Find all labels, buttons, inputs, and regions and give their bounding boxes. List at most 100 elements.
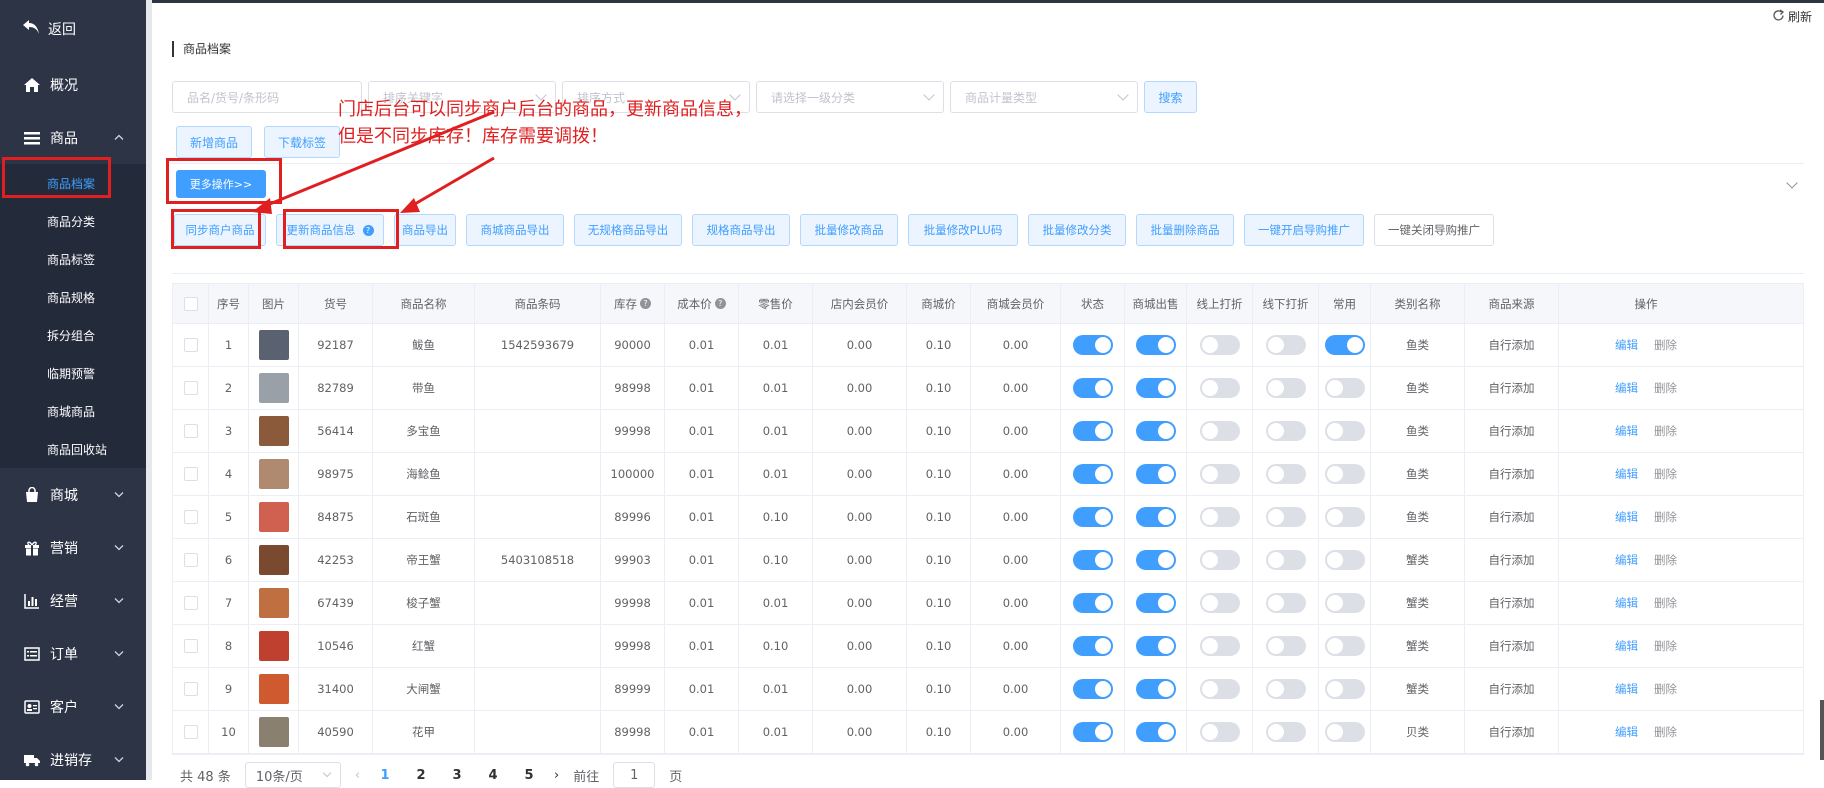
page-number[interactable]: 2 xyxy=(410,768,432,783)
page-number[interactable]: 1 xyxy=(374,768,396,783)
mall-sale-toggle[interactable] xyxy=(1135,722,1176,742)
common-toggle[interactable] xyxy=(1324,464,1365,484)
page-scrollbar[interactable] xyxy=(1820,700,1824,760)
enable-promo-button[interactable]: 一键开启导购推广 xyxy=(1244,214,1364,246)
row-checkbox[interactable] xyxy=(183,553,198,567)
sidebar-item-inventory[interactable]: 进销存 xyxy=(0,733,146,786)
table-row[interactable]: 9 31400 大闸蟹 89999 0.01 0.01 0.00 0.10 0.00 蟹类 自行添加… xyxy=(173,668,1803,711)
table-row[interactable]: 2 82789 带鱼 98998 0.01 0.01 0.00 0.10 0.00 鱼类 自行添加编… xyxy=(173,367,1803,410)
export-spec-goods-button[interactable]: 规格商品导出 xyxy=(692,214,790,246)
delete-button[interactable]: 删除 xyxy=(1654,466,1677,482)
delete-button[interactable]: 删除 xyxy=(1654,681,1677,697)
online-discount-toggle[interactable] xyxy=(1199,636,1240,656)
common-toggle[interactable] xyxy=(1324,378,1365,398)
online-discount-toggle[interactable] xyxy=(1199,507,1240,527)
online-discount-toggle[interactable] xyxy=(1199,421,1240,441)
mall-sale-toggle[interactable] xyxy=(1135,550,1176,570)
online-discount-toggle[interactable] xyxy=(1199,593,1240,613)
sidebar-sub-goods-category[interactable]: 商品分类 xyxy=(0,202,146,240)
status-toggle[interactable] xyxy=(1072,636,1113,656)
delete-button[interactable]: 删除 xyxy=(1654,380,1677,396)
offline-discount-toggle[interactable] xyxy=(1265,464,1306,484)
sidebar-item-mall[interactable]: 商城 xyxy=(0,468,146,521)
delete-button[interactable]: 删除 xyxy=(1654,337,1677,353)
row-checkbox[interactable] xyxy=(183,596,198,610)
search-input[interactable]: 品名/货号/条形码 xyxy=(172,81,362,113)
next-page-icon[interactable]: › xyxy=(554,768,559,783)
export-mall-goods-button[interactable]: 商城商品导出 xyxy=(466,214,564,246)
offline-discount-toggle[interactable] xyxy=(1265,421,1306,441)
disable-promo-button[interactable]: 一键关闭导购推广 xyxy=(1374,214,1494,246)
online-discount-toggle[interactable] xyxy=(1199,550,1240,570)
batch-delete-goods-button[interactable]: 批量删除商品 xyxy=(1136,214,1234,246)
goto-page-input[interactable]: 1 xyxy=(613,762,656,788)
search-button[interactable]: 搜索 xyxy=(1144,81,1197,113)
batch-edit-category-button[interactable]: 批量修改分类 xyxy=(1028,214,1126,246)
mall-sale-toggle[interactable] xyxy=(1135,421,1176,441)
edit-button[interactable]: 编辑 xyxy=(1615,380,1638,396)
sidebar-item-orders[interactable]: 订单 xyxy=(0,627,146,680)
row-checkbox[interactable] xyxy=(183,639,198,653)
page-number[interactable]: 5 xyxy=(518,768,540,783)
delete-button[interactable]: 删除 xyxy=(1654,423,1677,439)
common-toggle[interactable] xyxy=(1324,722,1365,742)
row-checkbox[interactable] xyxy=(183,725,198,739)
sidebar-item-customers[interactable]: 客户 xyxy=(0,680,146,733)
unit-type-select[interactable]: 商品计量类型 xyxy=(950,81,1138,113)
status-toggle[interactable] xyxy=(1072,722,1113,742)
edit-button[interactable]: 编辑 xyxy=(1615,466,1638,482)
mall-sale-toggle[interactable] xyxy=(1135,507,1176,527)
mall-sale-toggle[interactable] xyxy=(1135,464,1176,484)
back-button[interactable]: 返回 xyxy=(0,0,146,58)
export-no-spec-goods-button[interactable]: 无规格商品导出 xyxy=(574,214,682,246)
table-row[interactable]: 3 56414 多宝鱼 99998 0.01 0.01 0.00 0.10 0.00 鱼类 自行添加… xyxy=(173,410,1803,453)
table-row[interactable]: 6 42253 帝王蟹 5403108518 99903 0.01 0.10 0.00 0.10… xyxy=(173,539,1803,582)
table-row[interactable]: 8 10546 红蟹 99998 0.01 0.10 0.00 0.10 0.00 蟹类 自行添加编… xyxy=(173,625,1803,668)
page-number[interactable]: 4 xyxy=(482,768,504,783)
row-checkbox[interactable] xyxy=(183,510,198,524)
prev-page-icon[interactable]: ‹ xyxy=(355,768,360,783)
sidebar-sub-mall-goods[interactable]: 商城商品 xyxy=(0,392,146,430)
category-select[interactable]: 请选择一级分类 xyxy=(756,81,944,113)
edit-button[interactable]: 编辑 xyxy=(1615,509,1638,525)
page-size-select[interactable]: 10条/页 xyxy=(244,762,341,788)
sidebar-sub-expiry-warning[interactable]: 临期预警 xyxy=(0,354,146,392)
common-toggle[interactable] xyxy=(1324,593,1365,613)
common-toggle[interactable] xyxy=(1324,679,1365,699)
status-toggle[interactable] xyxy=(1072,679,1113,699)
row-checkbox[interactable] xyxy=(183,338,198,352)
sidebar-sub-goods-spec[interactable]: 商品规格 xyxy=(0,278,146,316)
common-toggle[interactable] xyxy=(1324,550,1365,570)
offline-discount-toggle[interactable] xyxy=(1265,507,1306,527)
online-discount-toggle[interactable] xyxy=(1199,378,1240,398)
sidebar-sub-split-combo[interactable]: 拆分组合 xyxy=(0,316,146,354)
offline-discount-toggle[interactable] xyxy=(1265,636,1306,656)
delete-button[interactable]: 删除 xyxy=(1654,509,1677,525)
batch-edit-plu-button[interactable]: 批量修改PLU码 xyxy=(908,214,1018,246)
status-toggle[interactable] xyxy=(1072,421,1113,441)
status-toggle[interactable] xyxy=(1072,507,1113,527)
table-row[interactable]: 5 84875 石斑鱼 89996 0.01 0.10 0.00 0.10 0.00 鱼类 自行添加… xyxy=(173,496,1803,539)
mall-sale-toggle[interactable] xyxy=(1135,378,1176,398)
online-discount-toggle[interactable] xyxy=(1199,464,1240,484)
mall-sale-toggle[interactable] xyxy=(1135,636,1176,656)
edit-button[interactable]: 编辑 xyxy=(1615,423,1638,439)
row-checkbox[interactable] xyxy=(183,424,198,438)
mall-sale-toggle[interactable] xyxy=(1135,593,1176,613)
page-number[interactable]: 3 xyxy=(446,768,468,783)
delete-button[interactable]: 删除 xyxy=(1654,638,1677,654)
row-checkbox[interactable] xyxy=(183,467,198,481)
status-toggle[interactable] xyxy=(1072,593,1113,613)
sidebar-sub-goods-recycle[interactable]: 商品回收站 xyxy=(0,430,146,468)
export-goods-button[interactable]: 商品导出 xyxy=(394,214,456,246)
sidebar-item-operations[interactable]: 经营 xyxy=(0,574,146,627)
online-discount-toggle[interactable] xyxy=(1199,679,1240,699)
mall-sale-toggle[interactable] xyxy=(1135,335,1176,355)
offline-discount-toggle[interactable] xyxy=(1265,378,1306,398)
sidebar-item-marketing[interactable]: 营销 xyxy=(0,521,146,574)
table-row[interactable]: 10 40590 花甲 89998 0.01 0.01 0.00 0.10 0.00 贝类 自行添加… xyxy=(173,711,1803,754)
common-toggle[interactable] xyxy=(1324,421,1365,441)
mall-sale-toggle[interactable] xyxy=(1135,679,1176,699)
sidebar-item-overview[interactable]: 概况 xyxy=(0,58,146,111)
table-row[interactable]: 4 98975 海鲶鱼 100000 0.01 0.01 0.00 0.10 0.00 鱼类 自行添… xyxy=(173,453,1803,496)
